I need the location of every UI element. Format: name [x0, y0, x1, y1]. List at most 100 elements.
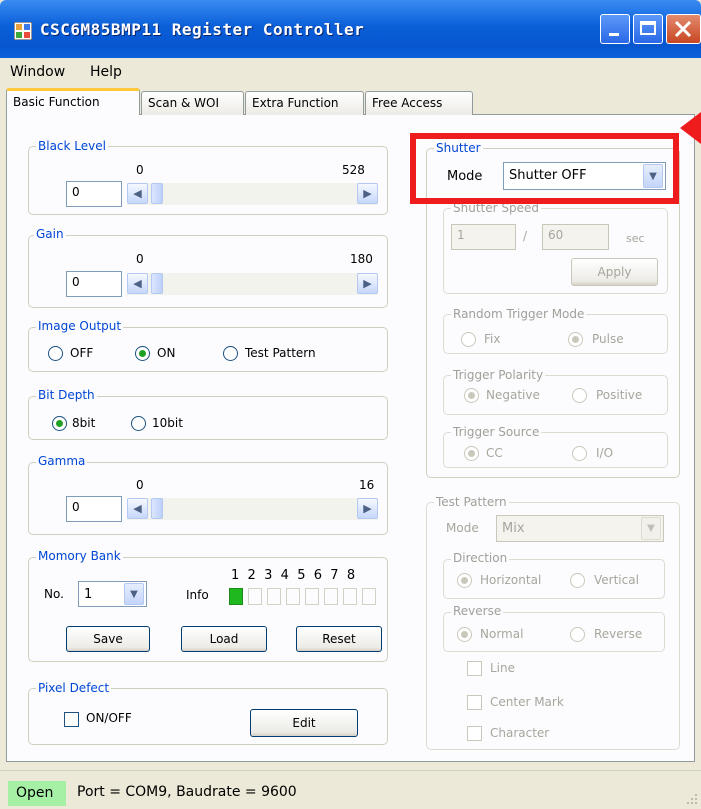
memory-slot-7-indicator [343, 588, 357, 605]
character-checkbox[interactable] [467, 726, 482, 741]
memory-slot-4-indicator [286, 588, 300, 605]
gain-left-button[interactable]: ◀ [127, 273, 148, 294]
trigger-source-io-label: I/O [596, 446, 614, 460]
load-button[interactable]: Load [181, 626, 267, 652]
black-level-input[interactable]: 0 [66, 181, 122, 207]
gamma-slider[interactable] [127, 498, 378, 520]
random-trigger-pulse-label: Pulse [592, 332, 624, 346]
random-trigger-fix-radio[interactable] [461, 332, 476, 347]
test-pattern-mode-label: Mode [446, 521, 479, 535]
close-button[interactable] [666, 14, 701, 44]
memory-slot-6-indicator [324, 588, 338, 605]
direction-horizontal-radio[interactable] [457, 573, 472, 588]
trigger-source-io-radio[interactable] [572, 446, 587, 461]
black-level-slider[interactable] [127, 183, 378, 205]
shutter-speed-numerator[interactable]: 1 [451, 224, 516, 250]
memory-bank-label: Momory Bank [36, 549, 123, 563]
random-trigger-fix-label: Fix [484, 332, 501, 346]
memory-bank-info-label: Info [186, 588, 209, 602]
menu-window[interactable]: Window [10, 64, 65, 80]
reverse-normal-label: Normal [480, 627, 524, 641]
menu-help[interactable]: Help [90, 64, 122, 80]
test-pattern-label: Test Pattern [434, 495, 509, 509]
image-output-off-radio[interactable] [48, 346, 63, 361]
test-pattern-mode-dropdown-icon[interactable]: ▼ [641, 517, 661, 540]
trigger-polarity-negative-label: Negative [486, 388, 540, 402]
gain-input[interactable]: 0 [66, 271, 122, 297]
reverse-reverse-radio[interactable] [570, 627, 585, 642]
reverse-normal-radio[interactable] [457, 627, 472, 642]
memory-bank-no-dropdown-icon[interactable]: ▼ [124, 583, 144, 605]
apply-button[interactable]: Apply [571, 258, 658, 286]
gamma-max: 16 [359, 478, 375, 492]
edit-button[interactable]: Edit [250, 709, 358, 737]
minimize-button[interactable] [600, 14, 630, 44]
image-output-test-pattern-label: Test Pattern [245, 346, 316, 360]
gain-min: 0 [136, 252, 144, 266]
center-mark-checkbox[interactable] [467, 695, 482, 710]
black-level-min: 0 [136, 163, 144, 177]
gain-thumb[interactable] [151, 273, 163, 294]
gain-slider[interactable] [127, 273, 378, 295]
gamma-thumb[interactable] [151, 498, 163, 519]
trigger-polarity-positive-radio[interactable] [572, 388, 587, 403]
maximize-button[interactable] [633, 14, 663, 44]
memory-bank-no-label: No. [44, 587, 64, 601]
bit-depth-8bit-radio[interactable] [52, 416, 67, 431]
image-output-test-pattern-radio[interactable] [223, 346, 238, 361]
save-button[interactable]: Save [66, 626, 150, 652]
line-checkbox[interactable] [467, 661, 482, 676]
gamma-left-button[interactable]: ◀ [127, 498, 148, 519]
gamma-right-button[interactable]: ▶ [357, 498, 378, 519]
pixel-defect-checkbox[interactable] [64, 712, 79, 727]
reset-button[interactable]: Reset [296, 626, 382, 652]
random-trigger-pulse-radio[interactable] [568, 332, 583, 347]
memory-slot-2-indicator [248, 588, 262, 605]
image-output-on-label: ON [157, 346, 176, 360]
bit-depth-label: Bit Depth [36, 388, 97, 402]
gamma-input[interactable]: 0 [66, 496, 122, 522]
tab-basic-function[interactable]: Basic Function [6, 88, 140, 115]
center-mark-checkbox-label: Center Mark [490, 695, 564, 709]
gamma-min: 0 [136, 478, 144, 492]
black-level-thumb[interactable] [151, 183, 163, 204]
gamma-label: Gamma [36, 454, 88, 468]
trigger-source-cc-label: CC [486, 446, 503, 460]
reverse-label: Reverse [451, 604, 504, 618]
maximize-icon [640, 21, 656, 35]
character-checkbox-label: Character [490, 726, 550, 740]
shutter-speed-unit: sec [626, 232, 645, 245]
test-pattern-mode-select[interactable]: Mix [496, 515, 664, 542]
black-level-max: 528 [342, 163, 365, 177]
gain-label: Gain [34, 227, 66, 241]
gain-max: 180 [350, 252, 373, 266]
black-level-left-button[interactable]: ◀ [127, 183, 148, 204]
shutter-speed-denominator[interactable]: 60 [542, 224, 609, 250]
status-text: Port = COM9, Baudrate = 9600 [77, 784, 297, 800]
bit-depth-8bit-label: 8bit [72, 416, 96, 430]
bit-depth-10bit-label: 10bit [152, 416, 183, 430]
bit-depth-10bit-radio[interactable] [131, 416, 146, 431]
reverse-reverse-label: Reverse [594, 627, 643, 641]
trigger-source-cc-radio[interactable] [464, 446, 479, 461]
highlight-box [410, 133, 679, 204]
trigger-polarity-positive-label: Positive [596, 388, 643, 402]
tab-extra-function[interactable]: Extra Function [245, 91, 364, 115]
pixel-defect-checkbox-label: ON/OFF [86, 711, 132, 725]
line-checkbox-label: Line [490, 661, 516, 675]
trigger-polarity-label: Trigger Polarity [451, 368, 546, 382]
minimize-icon [609, 33, 619, 36]
memory-slot-5-indicator [305, 588, 319, 605]
black-level-right-button[interactable]: ▶ [357, 183, 378, 204]
image-output-label: Image Output [36, 319, 124, 333]
direction-vertical-radio[interactable] [570, 573, 585, 588]
image-output-off-label: OFF [70, 346, 94, 360]
image-output-on-radio[interactable] [135, 346, 150, 361]
tab-free-access[interactable]: Free Access [365, 91, 473, 115]
tab-scan-woi[interactable]: Scan & WOI [141, 91, 244, 115]
memory-slot-1-indicator [229, 588, 243, 605]
trigger-polarity-negative-radio[interactable] [464, 388, 479, 403]
resize-grip-icon[interactable] [686, 793, 698, 805]
arrow-icon [680, 112, 701, 144]
gain-right-button[interactable]: ▶ [357, 273, 378, 294]
